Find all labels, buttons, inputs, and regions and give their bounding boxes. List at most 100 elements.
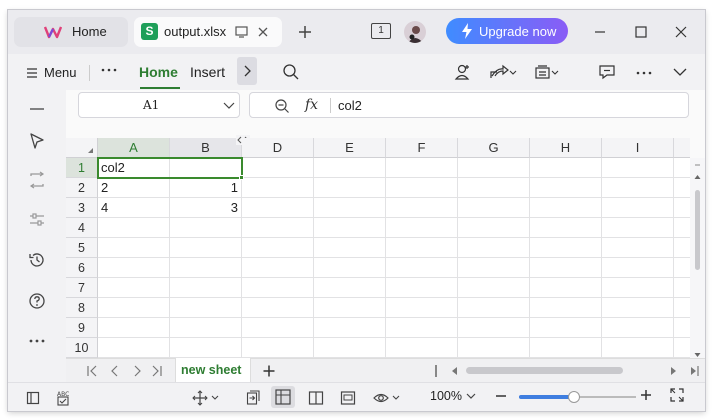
- column-header-i[interactable]: I: [602, 138, 674, 158]
- cell-a3[interactable]: 4: [98, 198, 170, 218]
- next-sheet-icon[interactable]: [131, 365, 143, 377]
- app-window: Home S output.xlsx 1 Upgrade now Menu Ho…: [8, 10, 705, 411]
- hamburger-icon[interactable]: [27, 68, 37, 78]
- minimize-button[interactable]: [587, 20, 613, 44]
- help-icon[interactable]: [24, 288, 50, 314]
- column-header-d[interactable]: D: [242, 138, 314, 158]
- normal-view-button[interactable]: [271, 386, 295, 408]
- fx-icon[interactable]: fx: [305, 97, 318, 113]
- row-header-5[interactable]: 5: [66, 238, 98, 258]
- zoom-level[interactable]: 100%: [430, 389, 462, 403]
- formula-input[interactable]: col2: [338, 98, 362, 113]
- fill-handle[interactable]: [239, 175, 244, 180]
- scroll-right-icon[interactable]: [669, 367, 677, 375]
- left-rail: [8, 90, 66, 380]
- horizontal-scrollbar[interactable]: [466, 367, 666, 375]
- zoom-formula-icon[interactable]: [274, 98, 290, 114]
- close-window-button[interactable]: [668, 20, 694, 44]
- more-options-icon[interactable]: [636, 70, 652, 76]
- toolbox-icon[interactable]: [534, 63, 562, 81]
- tab-home[interactable]: Home: [14, 17, 128, 47]
- split-handle-icon[interactable]: [435, 365, 437, 377]
- freeze-panes-icon[interactable]: [192, 389, 222, 407]
- window-mode-icon[interactable]: [235, 26, 248, 38]
- history-icon[interactable]: [24, 247, 50, 273]
- row-header-6[interactable]: 6: [66, 258, 98, 278]
- zoom-in-icon[interactable]: [640, 389, 652, 401]
- row-header-2[interactable]: 2: [66, 178, 98, 198]
- spellcheck-icon[interactable]: ABC: [55, 389, 73, 407]
- column-header-h[interactable]: H: [530, 138, 602, 158]
- first-sheet-icon[interactable]: [86, 365, 98, 377]
- eye-protection-icon[interactable]: [373, 389, 403, 407]
- cell-selection: [97, 157, 243, 179]
- add-sheet-icon[interactable]: [263, 365, 275, 377]
- select-all-corner[interactable]: [66, 138, 98, 158]
- cell-a2[interactable]: 2: [98, 178, 170, 198]
- column-header-a[interactable]: A: [98, 138, 170, 158]
- tab-insert[interactable]: Insert: [190, 64, 225, 80]
- page-layout-icon[interactable]: [307, 389, 325, 407]
- row-header-8[interactable]: 8: [66, 298, 98, 318]
- tab-home-ribbon[interactable]: Home: [139, 64, 178, 80]
- tab-home-underline: [140, 87, 180, 89]
- zoom-dropdown-icon[interactable]: [466, 393, 476, 401]
- row-header-10[interactable]: 10: [66, 338, 98, 358]
- upgrade-button[interactable]: Upgrade now: [446, 18, 568, 44]
- name-box[interactable]: A1: [78, 92, 240, 118]
- maximize-button[interactable]: [628, 20, 654, 44]
- chevron-down-icon[interactable]: [223, 102, 235, 110]
- tab-output-xlsx[interactable]: S output.xlsx: [134, 17, 282, 47]
- sheet-tabs-bar: new sheet: [66, 358, 705, 383]
- zoom-slider-thumb[interactable]: [568, 391, 580, 403]
- close-tab-icon[interactable]: [257, 26, 269, 38]
- formula-divider: [330, 98, 331, 113]
- row-header-1[interactable]: 1: [66, 158, 98, 178]
- column-header-e[interactable]: E: [314, 138, 386, 158]
- vertical-scrollbar[interactable]: [690, 158, 705, 368]
- horizontal-scroll-thumb[interactable]: [466, 367, 623, 374]
- wps-logo-icon: [44, 24, 62, 40]
- column-header-g[interactable]: G: [458, 138, 530, 158]
- document-status-icon[interactable]: [24, 389, 42, 407]
- row-header-9[interactable]: 9: [66, 318, 98, 338]
- collapse-ribbon-icon[interactable]: [672, 67, 688, 77]
- page-count-icon[interactable]: 1: [371, 23, 391, 39]
- transform-icon[interactable]: [24, 167, 50, 193]
- column-header-f[interactable]: F: [386, 138, 458, 158]
- prev-sheet-icon[interactable]: [109, 365, 121, 377]
- scroll-left-icon[interactable]: [451, 367, 459, 375]
- menu-button[interactable]: Menu: [44, 65, 77, 80]
- comment-icon[interactable]: [598, 63, 616, 81]
- row-header-7[interactable]: 7: [66, 278, 98, 298]
- search-icon[interactable]: [282, 63, 300, 81]
- share-icon[interactable]: [489, 63, 517, 81]
- reading-mode-icon[interactable]: [245, 389, 263, 407]
- more-icon[interactable]: [101, 67, 117, 73]
- cell-b3[interactable]: 3: [170, 198, 242, 218]
- adjust-sliders-icon[interactable]: [24, 207, 50, 233]
- avatar[interactable]: [404, 21, 426, 43]
- title-bar: Home S output.xlsx 1 Upgrade now: [8, 10, 705, 54]
- select-pointer-icon[interactable]: [24, 128, 50, 154]
- sheet-tab-new-sheet[interactable]: new sheet: [175, 358, 251, 383]
- cell-b2[interactable]: 1: [170, 178, 242, 198]
- lightning-icon: [461, 23, 473, 39]
- spreadsheet-icon: S: [141, 23, 158, 40]
- scroll-end-icon[interactable]: [690, 365, 700, 377]
- row-header-3[interactable]: 3: [66, 198, 98, 218]
- fullscreen-icon[interactable]: [670, 388, 684, 402]
- tab-output-label: output.xlsx: [164, 24, 227, 39]
- column-header-b[interactable]: B: [170, 138, 242, 158]
- page-break-icon[interactable]: [339, 389, 357, 407]
- more-tools-icon[interactable]: [24, 328, 50, 354]
- ribbon-scroll-button[interactable]: [237, 57, 257, 85]
- add-user-icon[interactable]: [454, 63, 472, 81]
- last-sheet-icon[interactable]: [151, 365, 163, 377]
- status-bar: ABC 100%: [8, 382, 705, 411]
- new-tab-icon[interactable]: [297, 24, 313, 40]
- row-header-4[interactable]: 4: [66, 218, 98, 238]
- collapse-icon[interactable]: [24, 96, 50, 122]
- zoom-out-icon[interactable]: [495, 390, 507, 402]
- zoom-slider[interactable]: [519, 391, 636, 403]
